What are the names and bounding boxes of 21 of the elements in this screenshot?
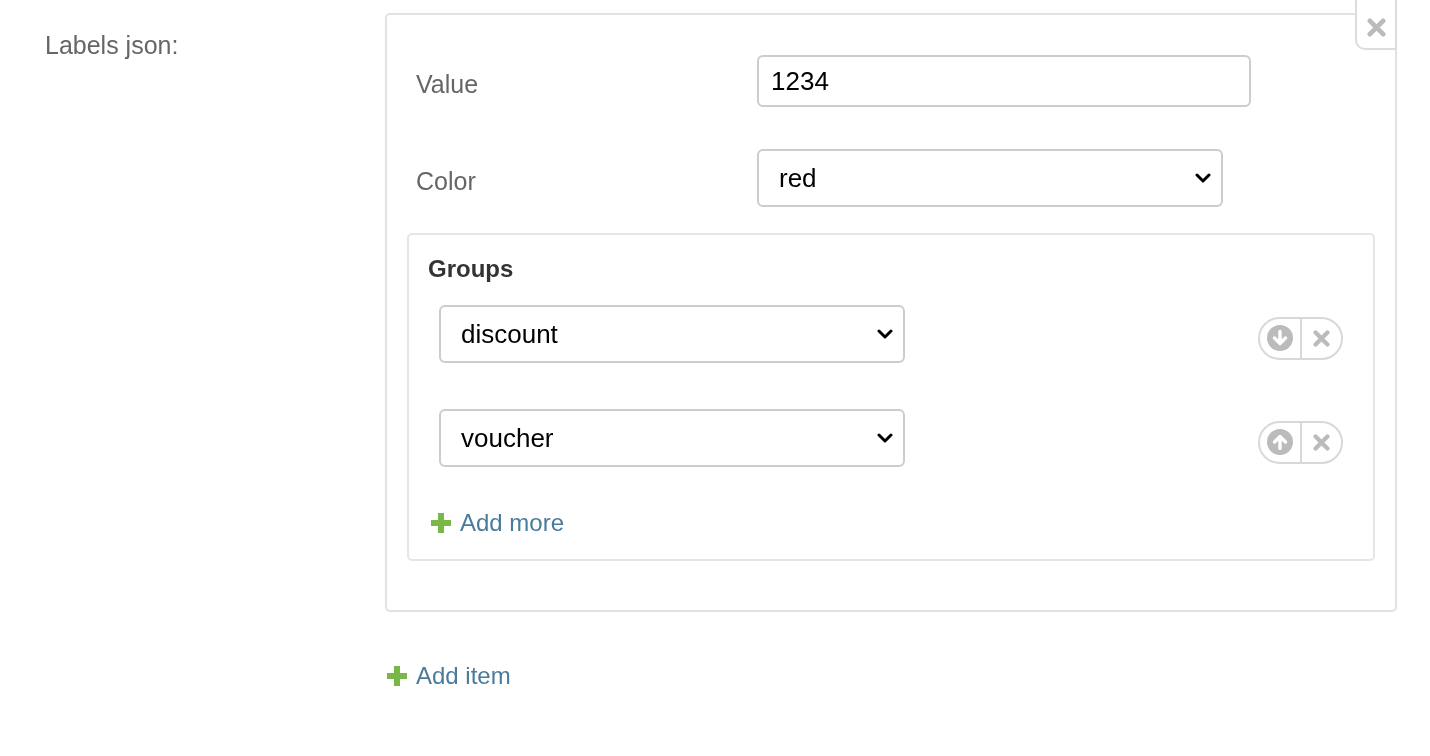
value-input[interactable]: 1234 xyxy=(757,55,1251,107)
group-select[interactable]: voucher xyxy=(439,409,905,467)
chevron-down-icon xyxy=(1195,173,1211,183)
close-icon xyxy=(1312,329,1330,347)
groups-title: Groups xyxy=(428,256,514,282)
plus-icon xyxy=(431,513,451,533)
field-label: Value xyxy=(416,70,479,98)
arrow-up-circle-icon xyxy=(1266,429,1293,455)
color-select[interactable]: red xyxy=(757,149,1223,207)
chevron-down-icon xyxy=(877,433,893,443)
close-icon xyxy=(1312,433,1330,451)
field-label: Labels json: xyxy=(45,31,179,59)
add-more-link[interactable]: Add more xyxy=(431,510,565,536)
group-select[interactable]: discount xyxy=(439,305,905,363)
close-icon xyxy=(1366,17,1386,37)
chevron-down-icon xyxy=(877,329,893,339)
arrow-down-circle-icon xyxy=(1266,325,1293,351)
plus-icon xyxy=(387,666,407,686)
close-button[interactable] xyxy=(1355,0,1397,50)
add-item-link[interactable]: Add item xyxy=(387,663,511,689)
field-label: Color xyxy=(416,167,476,195)
